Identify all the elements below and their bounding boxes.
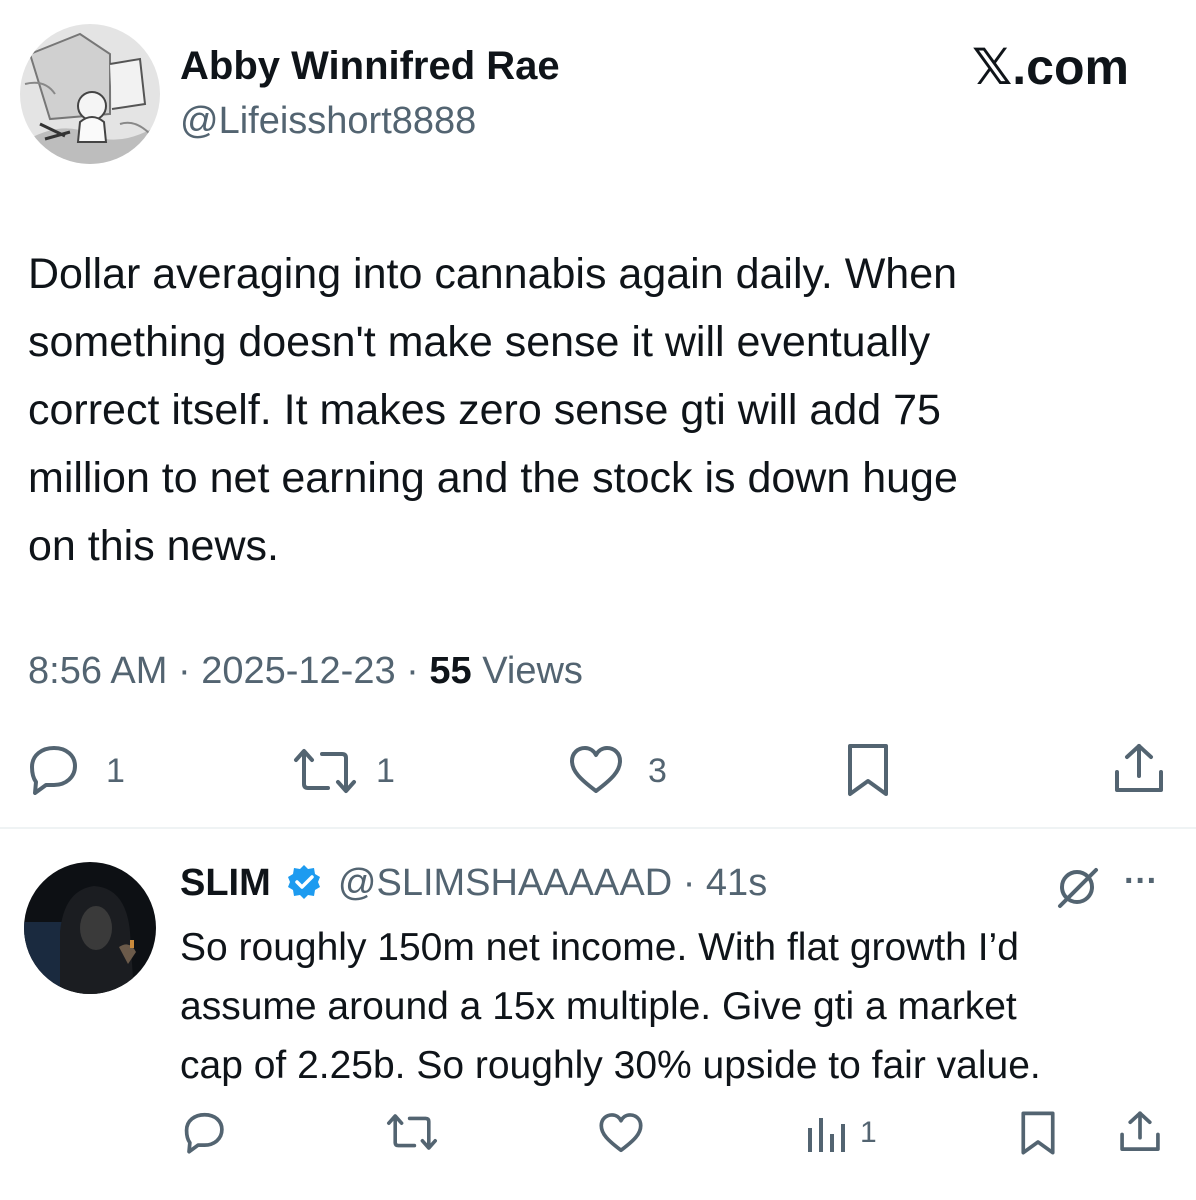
brand-logo: 𝕏.com — [972, 39, 1129, 95]
bookmark-icon[interactable] — [846, 742, 890, 798]
views-label: Views — [482, 650, 583, 692]
reply-icon[interactable] — [24, 743, 80, 795]
tweet-text-line: million to net earning and the stock is … — [28, 454, 958, 502]
reply-author-avatar[interactable] — [24, 862, 156, 994]
reply-reply-icon[interactable] — [180, 1110, 226, 1154]
tweet-text-line: something doesn't make sense it will eve… — [28, 318, 931, 366]
grok-icon[interactable] — [1052, 862, 1102, 912]
like-count: 3 — [648, 752, 667, 790]
tweet-text: Dollar averaging into cannabis again dai… — [28, 240, 958, 580]
tweet-text-line: Dollar averaging into cannabis again dai… — [28, 250, 958, 298]
share-icon[interactable] — [1112, 742, 1166, 796]
tweet-text-line: correct itself. It makes zero sense gti … — [28, 386, 941, 434]
views-count: 55 — [429, 650, 472, 692]
reply-count: 1 — [106, 752, 125, 790]
meta-separator: · — [682, 862, 696, 904]
meta-separator: · — [406, 650, 419, 692]
reply-header: SLIM @SLIMSHAAAAAD · 41s — [180, 862, 767, 911]
reply-text-line: So roughly 150m net income. With flat gr… — [180, 926, 1019, 969]
reply-retweet-icon[interactable] — [384, 1112, 440, 1152]
views-icon[interactable] — [806, 1114, 850, 1154]
retweet-count: 1 — [376, 752, 395, 790]
like-icon[interactable] — [568, 745, 624, 795]
reply-views-count: 1 — [860, 1116, 877, 1149]
tweet-date[interactable]: 2025-12-23 — [201, 650, 395, 692]
reply-like-icon[interactable] — [598, 1112, 644, 1154]
reply-share-icon[interactable] — [1118, 1110, 1162, 1154]
author-avatar[interactable] — [20, 24, 160, 164]
tweet-text-line: on this news. — [28, 522, 279, 570]
reply-text: So roughly 150m net income. With flat gr… — [180, 918, 1041, 1095]
author-handle[interactable]: @Lifeisshort8888 — [180, 100, 476, 143]
tweet-time[interactable]: 8:56 AM — [28, 650, 167, 692]
retweet-icon[interactable] — [290, 746, 360, 796]
more-options-button[interactable]: ··· — [1124, 862, 1158, 901]
reply-author-name[interactable]: SLIM — [180, 862, 271, 904]
reply-text-line: assume around a 15x multiple. Give gti a… — [180, 985, 1017, 1028]
reply-bookmark-icon[interactable] — [1020, 1110, 1056, 1156]
reply-time[interactable]: 41s — [706, 862, 767, 904]
divider — [0, 827, 1196, 829]
meta-separator: · — [177, 650, 191, 692]
author-name[interactable]: Abby Winnifred Rae — [180, 44, 560, 89]
reply-text-line: cap of 2.25b. So roughly 30% upside to f… — [180, 1044, 1041, 1087]
reply-author-handle[interactable]: @SLIMSHAAAAAD — [338, 862, 672, 904]
tweet-meta: 8:56 AM · 2025-12-23 · 55 Views — [28, 650, 583, 693]
verified-badge-icon — [285, 863, 323, 911]
